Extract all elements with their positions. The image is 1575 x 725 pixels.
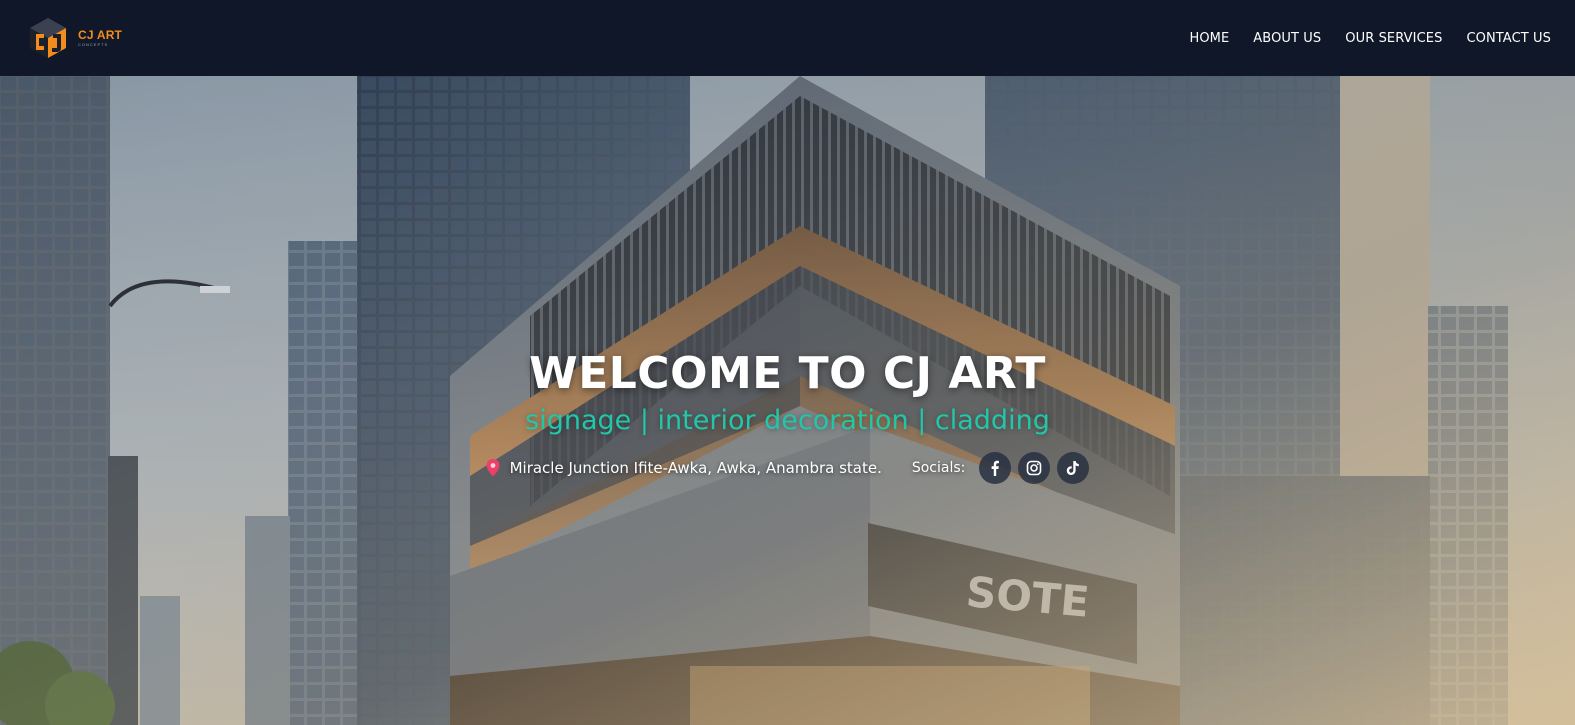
nav-home[interactable]: HOME <box>1189 31 1229 46</box>
facebook-button[interactable] <box>979 452 1012 484</box>
instagram-button[interactable] <box>1018 452 1051 484</box>
hero-meta: Miracle Junction Ifite-Awka, Awka, Anamb… <box>486 452 1090 484</box>
brand-subtitle: CONCEPTS <box>78 42 109 47</box>
hero-tagline: signage | interior decoration | cladding <box>525 405 1050 436</box>
instagram-icon <box>1027 460 1042 476</box>
hero-section: SOTE WELCOME TO CJ ART signage | interio… <box>0 76 1575 725</box>
hero-content: WELCOME TO CJ ART signage | interior dec… <box>0 348 1575 484</box>
brand-logo[interactable]: CJ ART CONCEPTS <box>26 14 122 62</box>
logo-cube-icon <box>30 18 66 58</box>
facebook-icon <box>991 460 1000 476</box>
brand-wordmark: CJ ART CONCEPTS <box>78 29 122 47</box>
map-pin-icon <box>486 459 500 477</box>
socials-label: Socials: <box>911 460 966 476</box>
nav-contact-us[interactable]: CONTACT US <box>1466 31 1551 46</box>
site-header: CJ ART CONCEPTS HOME ABOUT US OUR SERVIC… <box>0 0 1575 76</box>
tiktok-button[interactable] <box>1057 452 1090 484</box>
nav-about-us[interactable]: ABOUT US <box>1253 31 1321 46</box>
location-text: Miracle Junction Ifite-Awka, Awka, Anamb… <box>509 459 882 477</box>
social-buttons <box>979 452 1090 484</box>
hero-title: WELCOME TO CJ ART <box>529 348 1046 399</box>
location-info: Miracle Junction Ifite-Awka, Awka, Anamb… <box>486 459 882 477</box>
brand-name: CJ ART <box>78 28 123 42</box>
main-nav: HOME ABOUT US OUR SERVICES CONTACT US <box>1189 31 1551 46</box>
nav-our-services[interactable]: OUR SERVICES <box>1345 31 1442 46</box>
socials: Socials: <box>912 452 1090 484</box>
tiktok-icon <box>1067 461 1080 475</box>
